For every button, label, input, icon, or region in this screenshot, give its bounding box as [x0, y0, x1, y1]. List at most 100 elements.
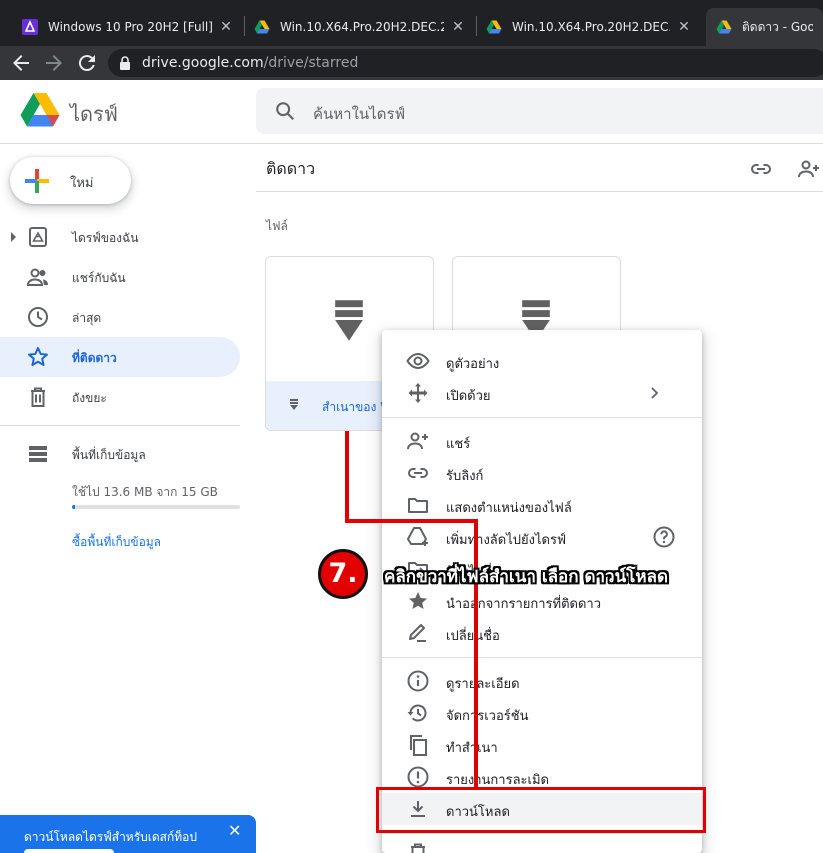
report-icon	[407, 766, 429, 788]
folder-icon	[408, 498, 428, 513]
site-favicon-icon	[22, 19, 38, 35]
search-icon[interactable]	[274, 100, 296, 122]
clock-icon	[28, 307, 48, 327]
close-icon[interactable]: ✕	[228, 821, 241, 840]
address-bar[interactable]: drive.google.com/drive/starred	[108, 49, 823, 77]
menu-item-label: เพิ่มทางลัดไปยังไดรฟ์	[446, 533, 567, 548]
drive-header: ไดรฟ์ ค้นหาในไดรฟ์	[0, 80, 823, 144]
sidebar-item-label: ถังขยะ	[72, 391, 107, 405]
menu-item-share[interactable]: แชร์	[382, 425, 702, 457]
close-icon[interactable]: ✕	[218, 19, 234, 35]
sidebar-item-storage[interactable]: พื้นที่เก็บข้อมูล	[0, 434, 240, 474]
main-divider	[256, 191, 823, 192]
sidebar-item-label: พื้นที่เก็บข้อมูล	[72, 448, 146, 462]
open-with-icon	[408, 383, 428, 403]
buy-storage-link[interactable]: ซื้อพื้นที่เก็บข้อมูล	[72, 533, 161, 552]
sidebar-item-label: ที่ติดดาว	[72, 351, 117, 365]
menu-item-label: เปลี่ยนชื่อ	[446, 629, 500, 644]
close-icon[interactable]: ✕	[676, 19, 692, 35]
menu-item-details[interactable]: ดูรายละเอียด	[382, 665, 702, 697]
url-host: drive.google.com	[142, 55, 264, 71]
menu-item-label: เปิดด้วย	[446, 389, 491, 404]
url-text: drive.google.com/drive/starred	[142, 55, 358, 71]
forward-arrow-icon[interactable]	[42, 51, 66, 75]
sidebar-item-my-drive[interactable]: ไดรฟ์ของฉัน	[0, 217, 240, 257]
person-add-icon[interactable]	[797, 157, 821, 181]
storage-icon	[29, 446, 47, 462]
plus-icon	[25, 169, 49, 193]
add-shortcut-icon	[407, 527, 428, 546]
menu-item-get-link[interactable]: รับลิงก์	[382, 457, 702, 489]
sidebar-item-recent[interactable]: ล่าสุด	[0, 297, 240, 337]
menu-item-rename[interactable]: เปลี่ยนชื่อ	[382, 617, 702, 649]
annotation-step-number: 7.	[318, 549, 368, 599]
browser-tab-3[interactable]: Win.10.X64.Pro.20H2.DEC.2020. ✕	[476, 8, 702, 46]
browser-tab-active[interactable]: ติดดาว - Google	[706, 8, 823, 46]
star-icon	[409, 592, 427, 609]
sidebar-item-label: ไดรฟ์ของฉัน	[72, 231, 139, 245]
menu-item-label: แชร์	[446, 437, 471, 452]
annotation-line	[474, 519, 478, 787]
toast-action-button[interactable]	[24, 849, 114, 853]
annotation-highlight-box	[376, 787, 706, 833]
browser-tab-2[interactable]: Win.10.X64.Pro.20H2.DEC.2020. ✕	[244, 8, 476, 46]
new-button[interactable]: ใหม่	[10, 157, 131, 204]
browser-tab-strip: Windows 10 Pro 20H2 [Full] ISO ✕ Win.10.…	[0, 0, 823, 46]
annotation-line	[345, 519, 478, 523]
drive-favicon-icon	[254, 20, 270, 34]
annotation-instruction: คลิกขวาที่ไฟล์สำเนา เลือก ดาวน์โหลด	[384, 567, 669, 587]
menu-item-label: นำออกจากรายการที่ติดดาว	[446, 597, 602, 612]
back-arrow-icon[interactable]	[9, 51, 33, 75]
sidebar-item-starred[interactable]: ที่ติดดาว	[0, 337, 240, 377]
storage-progress-bar	[72, 505, 240, 509]
rename-icon	[409, 624, 426, 642]
search-placeholder: ค้นหาในไดรฟ์	[313, 105, 406, 123]
menu-item-manage-versions[interactable]: จัดการเวอร์ชัน	[382, 697, 702, 729]
menu-item-label: ดูรายละเอียด	[446, 677, 520, 692]
reload-icon[interactable]	[75, 51, 99, 75]
trash-icon[interactable]	[406, 843, 430, 853]
drive-favicon-icon	[716, 20, 732, 34]
drive-logo-icon[interactable]	[20, 92, 60, 128]
info-icon	[407, 670, 429, 692]
menu-separator	[382, 833, 702, 834]
lock-icon	[120, 56, 130, 70]
sidebar-item-label: แชร์กับฉัน	[72, 271, 126, 285]
browser-tab-1[interactable]: Windows 10 Pro 20H2 [Full] ISO ✕	[12, 8, 244, 46]
menu-item-make-copy[interactable]: ทำสำเนา	[382, 729, 702, 761]
menu-item-label: ดูตัวอย่าง	[446, 357, 500, 372]
link-icon[interactable]	[749, 157, 773, 181]
context-menu: ดูตัวอย่าง เปิดด้วย แชร์ รับลิงก์ แสดงตำ…	[382, 330, 702, 853]
menu-separator	[382, 417, 702, 418]
search-input[interactable]: ค้นหาในไดรฟ์	[256, 88, 823, 134]
expand-caret-icon[interactable]	[11, 232, 16, 242]
desktop-promo-toast: ดาวน์โหลดไดรฟ์สำหรับเดสก์ท็อป ✕	[0, 815, 256, 853]
sidebar-item-shared[interactable]: แชร์กับฉัน	[0, 257, 240, 297]
tab-title: ติดดาว - Google	[742, 19, 813, 34]
menu-item-label: ทำสำเนา	[446, 741, 498, 756]
my-drive-icon	[29, 227, 47, 247]
menu-item-preview[interactable]: ดูตัวอย่าง	[382, 345, 702, 377]
menu-item-add-shortcut[interactable]: เพิ่มทางลัดไปยังไดรฟ์	[382, 521, 702, 553]
menu-item-open-with[interactable]: เปิดด้วย	[382, 377, 702, 409]
sidebar-item-trash[interactable]: ถังขยะ	[0, 377, 240, 417]
help-icon[interactable]	[652, 525, 676, 549]
page-title: ติดดาว	[266, 159, 316, 178]
new-button-label: ใหม่	[70, 176, 94, 191]
annotation-line	[345, 431, 349, 523]
tab-title: Win.10.X64.Pro.20H2.DEC.2020.	[280, 20, 444, 34]
menu-item-label: จัดการเวอร์ชัน	[446, 709, 529, 724]
url-path: /drive/starred	[263, 55, 359, 71]
menu-item-label: แสดงตำแหน่งของไฟล์	[446, 501, 572, 516]
person-add-icon	[407, 432, 428, 450]
menu-item-show-location[interactable]: แสดงตำแหน่งของไฟล์	[382, 489, 702, 521]
menu-separator	[382, 657, 702, 658]
close-icon[interactable]: ✕	[450, 19, 466, 35]
drive-favicon-icon	[486, 20, 502, 34]
link-icon	[408, 468, 428, 478]
tab-title: Win.10.X64.Pro.20H2.DEC.2020.	[512, 20, 670, 34]
storage-progress-fill	[72, 505, 75, 509]
storage-used-text: ใช้ไป 13.6 MB จาก 15 GB	[72, 485, 218, 499]
sidebar-divider	[0, 425, 240, 426]
tab-title: Windows 10 Pro 20H2 [Full] ISO	[48, 20, 212, 34]
